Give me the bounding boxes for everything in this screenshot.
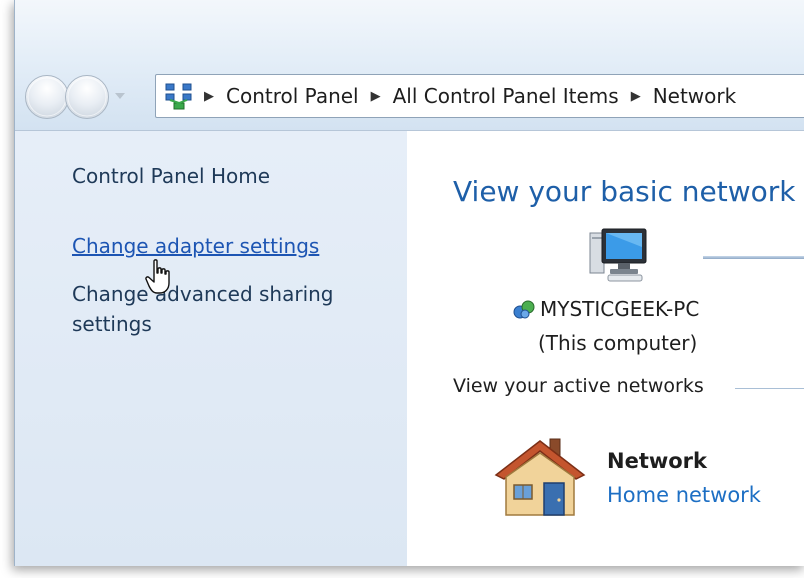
- computer-name-row: MYSTICGEEK-PC: [512, 297, 699, 321]
- breadcrumb-separator[interactable]: ▶: [631, 89, 641, 104]
- section-divider: [735, 388, 804, 389]
- main-content: View your basic network MYSTICGEEK-PC (T…: [407, 130, 804, 566]
- control-panel-window: ▶ Control Panel ▶ All Control Panel Item…: [14, 0, 804, 566]
- forward-button[interactable]: [65, 75, 109, 119]
- network-places-icon: [164, 81, 194, 111]
- navigation-bar: ▶ Control Panel ▶ All Control Panel Item…: [15, 0, 804, 130]
- home-network-link[interactable]: Home network: [607, 483, 761, 507]
- control-panel-home-link[interactable]: Control Panel Home: [72, 161, 270, 191]
- left-task-pane: Control Panel Home Change adapter settin…: [15, 130, 407, 566]
- computer-icon[interactable]: [588, 227, 650, 285]
- breadcrumb-all-items[interactable]: All Control Panel Items: [393, 84, 619, 108]
- computer-name: MYSTICGEEK-PC: [540, 297, 700, 321]
- computer-subtitle: (This computer): [538, 331, 698, 355]
- breadcrumb-network[interactable]: Network: [653, 84, 737, 108]
- change-advanced-sharing-label: Change advanced sharing settings: [72, 282, 334, 336]
- breadcrumb-control-panel[interactable]: Control Panel: [226, 84, 359, 108]
- hand-cursor-icon: [145, 259, 170, 294]
- change-advanced-sharing-link[interactable]: Change advanced sharing settings: [72, 279, 362, 339]
- change-adapter-settings-link[interactable]: Change adapter settings: [72, 231, 319, 261]
- connection-line: [703, 256, 804, 259]
- forward-icon: [67, 77, 107, 117]
- breadcrumb-separator[interactable]: ▶: [204, 89, 214, 104]
- network-name: Network: [607, 449, 708, 473]
- address-bar[interactable]: ▶ Control Panel ▶ All Control Panel Item…: [155, 74, 804, 118]
- recent-pages-dropdown[interactable]: [115, 93, 125, 99]
- house-icon: [494, 438, 586, 516]
- back-button[interactable]: [25, 75, 69, 119]
- breadcrumb-separator[interactable]: ▶: [371, 89, 381, 104]
- page-title: View your basic network: [453, 175, 796, 208]
- back-icon: [27, 77, 67, 117]
- active-networks-heading: View your active networks: [453, 375, 704, 397]
- globe-network-icon: [513, 300, 535, 319]
